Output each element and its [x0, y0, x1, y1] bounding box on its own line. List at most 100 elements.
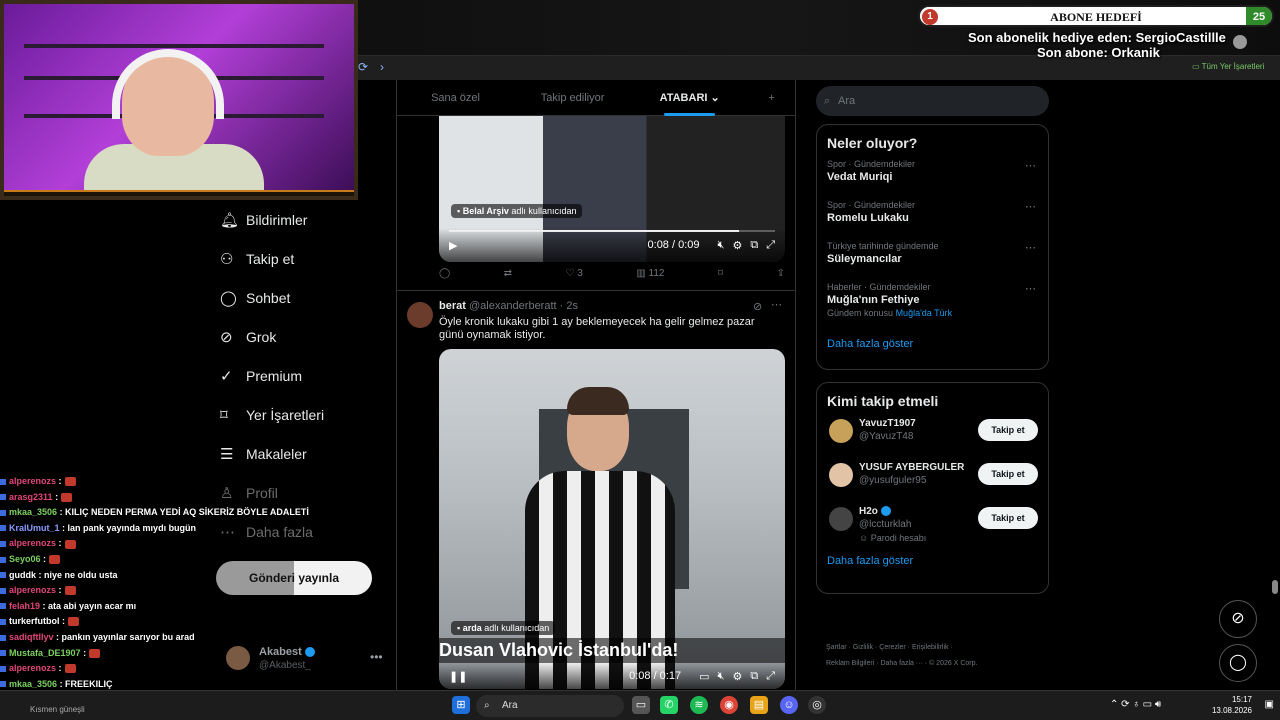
post-video-1[interactable]: ▪ Belal Arşiv adlı kullanıcıdan ▶ 0:08 /… [439, 116, 785, 262]
bookmark-icon[interactable]: ⌑ [718, 268, 723, 279]
fullscreen-icon[interactable]: ⤢ [766, 239, 775, 252]
chat-username[interactable]: sadiqftllyv [9, 632, 54, 642]
nav-articles[interactable]: ☰ Makaleler [220, 434, 390, 473]
like-button[interactable]: ♡ 3 [566, 268, 583, 279]
trend-item[interactable]: Haberler · Gündemdekiler Muğla'nın Fethiy… [817, 282, 1048, 332]
views-button[interactable]: ▥ 112 [636, 268, 664, 279]
chat-badge-icon [0, 665, 6, 672]
more-options-icon[interactable]: ⋯ [1025, 282, 1036, 295]
tab-for-you[interactable]: Sana özel [397, 92, 514, 104]
nav-chat[interactable]: ◯ Sohbet [220, 278, 390, 317]
discord-icon[interactable]: ☺ [780, 696, 798, 714]
chat-message: mkaa_3506 : KILIÇ NEDEN PERMA YEDİ AQ Sİ… [0, 505, 320, 521]
app-icon[interactable]: ◎ [808, 696, 826, 714]
webcam-frame [4, 190, 354, 196]
follow-suggestion[interactable]: YavuzT1907 @YavuzT48 Takip et [817, 417, 1048, 461]
share-icon[interactable]: ⇪ [777, 268, 785, 279]
nav-premium[interactable]: ✓ Premium [220, 356, 390, 395]
follow-button[interactable]: Takip et [978, 419, 1038, 441]
tab-atabari[interactable]: ATABARI ⌄ [631, 91, 748, 116]
follow-button[interactable]: Takip et [978, 507, 1038, 529]
settings-icon[interactable]: ⚙ [732, 670, 742, 683]
chat-username[interactable]: alperenozs [9, 663, 56, 673]
trend-item[interactable]: Spor · Gündemdekiler Romelu Lukaku ⋯ [817, 200, 1048, 241]
nav-grok[interactable]: ⊘ Grok [220, 317, 390, 356]
taskbar-search[interactable]: ⌕ Ara [476, 695, 624, 717]
show-more-suggestions[interactable]: Daha fazla göster [817, 549, 1048, 573]
profile-avatar[interactable] [1233, 35, 1247, 49]
x-feed-column: Sana özel Takip ediliyor ATABARI ⌄ + ▪ B… [396, 80, 796, 690]
chat-emote-icon [61, 492, 73, 502]
chat-username[interactable]: mkaa_3506 [9, 507, 57, 517]
more-options-icon[interactable]: ••• [370, 650, 383, 664]
play-icon[interactable]: ▶ [449, 239, 457, 252]
chat-username[interactable]: KralUmut_1 [9, 523, 60, 533]
whatsapp-icon[interactable]: ✆ [660, 696, 678, 714]
pip-icon[interactable]: ⧉ [750, 670, 758, 683]
author-name[interactable]: berat [439, 300, 466, 312]
chat-text: : niye ne oldu usta [38, 569, 118, 580]
pause-icon[interactable]: ❚❚ [449, 670, 467, 683]
more-options-icon[interactable]: ⋯ [1025, 200, 1036, 213]
add-tab-button[interactable]: + [748, 92, 795, 104]
avatar[interactable] [407, 302, 433, 328]
weather-widget[interactable]: Kısmen güneşli [30, 705, 85, 714]
system-clock[interactable]: 15:17 13.08.2026 [1212, 694, 1252, 716]
spotify-icon[interactable]: ≋ [690, 696, 708, 714]
follow-button[interactable]: Takip et [978, 463, 1038, 485]
grok-icon[interactable]: ⊘ [753, 300, 762, 313]
chat-username[interactable]: arasg2311 [9, 492, 53, 502]
pip-icon[interactable]: ⧉ [750, 239, 758, 252]
chrome-icon[interactable]: ◉ [720, 696, 738, 714]
chat-username[interactable]: alperenozs [9, 538, 56, 548]
repost-icon[interactable]: ⇄ [504, 268, 512, 279]
trend-topic-link[interactable]: Muğla'da Türk [896, 308, 953, 318]
task-view-icon[interactable]: ▭ [632, 696, 650, 714]
refresh-icon[interactable]: ⟳ [358, 60, 368, 74]
settings-icon[interactable]: ⚙ [732, 239, 742, 252]
follow-suggestion[interactable]: H2o @lccturklah ☺ Parodi hesabı Takip et [817, 505, 1048, 549]
chat-badge-icon [0, 587, 6, 594]
search-input[interactable]: ⌕ Ara [816, 86, 1049, 116]
video-controls: ▶ 0:08 / 0:09 🔇︎ ⚙ ⧉ ⤢ [439, 228, 785, 262]
search-icon: ⌕ [824, 95, 831, 107]
grok-fab-button[interactable]: ⊘ [1219, 600, 1257, 638]
trend-item[interactable]: Spor · Gündemdekiler Vedat Muriqi ⋯ [817, 159, 1048, 200]
follow-suggestion[interactable]: YUSUF AYBERGULER @yusufguler95 Takip et [817, 461, 1048, 505]
notification-icon[interactable]: ▣ [1265, 699, 1274, 710]
post-video-2[interactable]: ▪ arda adlı kullanıcıdan Dusan Vlahovic … [439, 349, 785, 689]
start-icon[interactable]: ⊞ [452, 696, 470, 714]
bookmarks-link[interactable]: ▭ Tüm Yer İşaretleri [1192, 62, 1264, 71]
nav-follow[interactable]: ⚇ Takip et [220, 239, 390, 278]
chat-username[interactable]: alperenozs [9, 476, 56, 486]
mute-icon[interactable]: 🔇︎ [718, 670, 725, 683]
chat-username[interactable]: alperenozs [9, 585, 56, 595]
more-options-icon[interactable]: ⋯ [1025, 159, 1036, 172]
chat-username[interactable]: felah19 [9, 601, 40, 611]
tab-following[interactable]: Takip ediliyor [514, 92, 631, 104]
avatar [829, 463, 853, 487]
chat-username[interactable]: mkaa_3506 [9, 679, 57, 689]
chat-username[interactable]: turkerfutbol [9, 616, 60, 626]
chat-message: turkerfutbol : [0, 614, 320, 630]
nav-notifications[interactable]: 🔔︎ Bildirimler [220, 200, 390, 239]
chat-username[interactable]: guddk [9, 570, 36, 580]
more-options-icon[interactable]: ⋯ [1025, 241, 1036, 254]
more-options-icon[interactable]: ⋯ [771, 298, 782, 311]
page-scrollbar[interactable] [1272, 580, 1278, 594]
captions-icon[interactable]: ▭ [699, 670, 709, 683]
chat-username[interactable]: Mustafa_DE1907 [9, 648, 81, 658]
goal-title: ABONE HEDEFİ [1050, 10, 1142, 24]
chat-username[interactable]: Seyo06 [9, 554, 41, 564]
file-explorer-icon[interactable]: ▤ [750, 696, 768, 714]
reply-icon[interactable]: ◯ [439, 268, 450, 279]
fullscreen-icon[interactable]: ⤢ [766, 670, 775, 683]
show-more-trends[interactable]: Daha fazla göster [817, 332, 1048, 356]
mute-icon[interactable]: 🔇︎ [718, 239, 725, 252]
trend-item[interactable]: Türkiye tarihinde gündemde Süleymancılar ⋯ [817, 241, 1048, 282]
nav-bookmarks[interactable]: ⌑ Yer İşaretleri [220, 395, 390, 434]
forward-icon[interactable]: › [380, 60, 384, 74]
messages-fab-button[interactable]: ◯ [1219, 644, 1257, 682]
chat-message: KralUmut_1 : lan pank yayında mıydı bugü… [0, 521, 320, 537]
tray-icons[interactable]: ⌃ ⟳ ♁ ▭ 🔊︎ [1110, 699, 1161, 710]
